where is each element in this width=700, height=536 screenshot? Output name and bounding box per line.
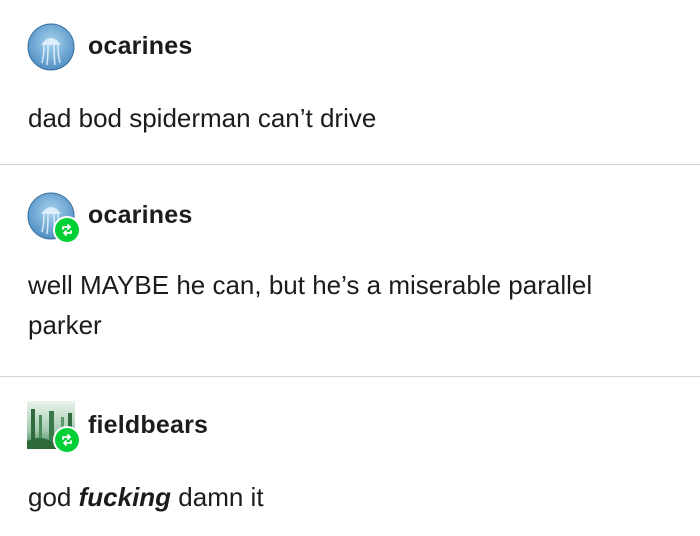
post: ocarines dad bod spiderman can’t drive bbox=[0, 0, 700, 164]
post-text: dad bod spiderman can’t drive bbox=[28, 103, 377, 133]
username[interactable]: ocarines bbox=[88, 201, 192, 230]
post: ocarines well MAYBE he can, but he’s a m… bbox=[0, 165, 700, 376]
reblog-icon bbox=[62, 224, 72, 236]
post-text-emphasis: fucking bbox=[78, 482, 172, 512]
username[interactable]: fieldbears bbox=[88, 411, 208, 440]
post-text-start: god bbox=[28, 482, 79, 512]
jellyfish-avatar-icon bbox=[27, 23, 75, 71]
username[interactable]: ocarines bbox=[88, 32, 192, 61]
post-text: god fucking damn it bbox=[28, 477, 668, 517]
avatar[interactable] bbox=[27, 23, 75, 71]
reblog-badge bbox=[53, 216, 81, 244]
post-text-end: damn it bbox=[171, 482, 264, 512]
post-text: well MAYBE he can, but he’s a miserable … bbox=[28, 270, 593, 340]
reblog-badge bbox=[53, 426, 81, 454]
post: fieldbears god fucking damn it bbox=[0, 377, 700, 536]
reblog-icon bbox=[62, 434, 72, 446]
